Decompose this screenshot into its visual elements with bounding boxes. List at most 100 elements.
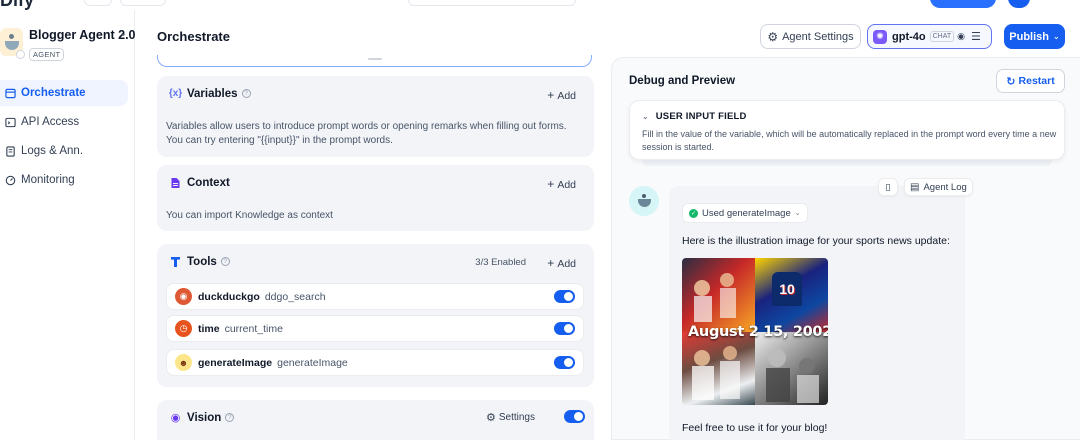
tool-toggle[interactable]: [554, 322, 575, 335]
chevron-down-icon: ⌄: [642, 112, 649, 121]
add-label: Add: [557, 90, 576, 102]
top-publish-blob[interactable]: [930, 0, 996, 8]
robot-icon: ☻: [175, 354, 192, 371]
logs-icon: [5, 145, 16, 157]
terminal-icon: [5, 117, 16, 128]
sidebar-item-monitoring[interactable]: Monitoring: [0, 167, 128, 193]
vision-settings-label: Settings: [498, 412, 535, 423]
plus-icon: +: [547, 177, 555, 191]
agent-log-button[interactable]: ▤ Agent Log: [904, 178, 973, 196]
model-name: gpt-4o: [892, 30, 926, 43]
user-avatar[interactable]: [1008, 0, 1030, 8]
app-type-badge: AGENT: [29, 48, 65, 61]
user-input-field-shadow: [642, 160, 1052, 166]
sliders-icon[interactable]: ☰: [971, 30, 981, 43]
resize-handle[interactable]: [368, 58, 382, 60]
context-description: You can import Knowledge as context: [166, 210, 333, 221]
sidebar: Blogger Agent 2.0 ⌄ AGENT Orchestrate AP…: [0, 10, 136, 440]
chevron-down-icon: ⌄: [794, 210, 801, 217]
tool-icon: [169, 255, 182, 268]
model-selector[interactable]: ✺ gpt-4o CHAT ◉ ☰: [867, 24, 992, 49]
model-mode-badge: CHAT: [929, 31, 955, 42]
variables-description: Variables allow users to introduce promp…: [166, 121, 567, 146]
vision-eye-icon: ◉: [957, 31, 966, 41]
nav-segment[interactable]: [120, 0, 166, 6]
variables-card: {x} Variables ? + Add Variables allow use…: [157, 76, 594, 157]
jersey-graphic: 10: [772, 272, 802, 306]
tool-function: ddgo_search: [264, 290, 326, 303]
tools-add-button[interactable]: + Add: [547, 256, 576, 270]
plus-icon: +: [547, 88, 555, 102]
tool-name: time: [198, 322, 220, 335]
tool-function: current_time: [224, 322, 283, 335]
sidebar-item-label: Logs & Ann.: [21, 145, 84, 157]
page-title: Orchestrate: [157, 29, 230, 44]
gear-icon: ⚙: [485, 412, 496, 424]
context-title: Context: [187, 176, 230, 189]
sidebar-item-api-access[interactable]: API Access: [0, 109, 128, 135]
agent-settings-button[interactable]: ⚙ Agent Settings: [760, 24, 861, 49]
document-icon: [169, 176, 182, 189]
tool-name: generateImage: [198, 356, 273, 369]
user-input-field-title: USER INPUT FIELD: [655, 111, 747, 122]
vision-settings-button[interactable]: ⚙ Settings: [486, 411, 535, 424]
clock-icon: ◷: [175, 320, 192, 337]
top-navbar: Dify: [0, 0, 1080, 10]
message-actions: ▯ ▤ Agent Log: [878, 178, 973, 196]
variables-add-button[interactable]: + Add: [547, 88, 576, 102]
restart-button[interactable]: ↻ Restart: [996, 69, 1065, 93]
add-label: Add: [557, 258, 576, 270]
nav-segment[interactable]: [84, 0, 112, 6]
nav-segment[interactable]: [408, 0, 576, 6]
refresh-icon: ↻: [1006, 75, 1016, 88]
debug-panel: Debug and Preview ↻ Restart ⌄ USER INPUT…: [611, 57, 1080, 440]
chevron-down-icon: ⌄: [1053, 32, 1060, 41]
gear-icon: ⚙: [767, 29, 779, 44]
prompt-editor-bottom[interactable]: [157, 55, 592, 67]
image-date-text: August 2 15, 20024: [688, 324, 828, 340]
tools-card: Tools ? 3/3 Enabled + Add ◉ duckduckgo dd…: [157, 244, 594, 387]
sidebar-item-label: Orchestrate: [21, 87, 86, 99]
eye-icon: ◉: [170, 412, 181, 424]
vision-card: ◉ Vision ? ⚙ Settings: [157, 400, 594, 440]
sidebar-item-logs[interactable]: Logs & Ann.: [0, 138, 128, 164]
tool-row-time[interactable]: ◷ time current_time: [166, 315, 584, 342]
tool-row-duckduckgo[interactable]: ◉ duckduckgo ddgo_search: [166, 283, 584, 310]
chevron-down-icon: ⌄: [119, 28, 128, 39]
copy-button[interactable]: ▯: [878, 178, 898, 196]
help-icon[interactable]: ?: [241, 89, 251, 98]
config-panel: {x} Variables ? + Add Variables allow use…: [157, 55, 594, 440]
tool-toggle[interactable]: [554, 290, 575, 303]
tool-toggle[interactable]: [554, 356, 575, 369]
context-add-button[interactable]: + Add: [547, 177, 576, 191]
sidebar-item-label: Monitoring: [21, 174, 75, 186]
publish-button[interactable]: Publish ⌄: [1004, 24, 1065, 49]
variable-icon: {x}: [168, 88, 183, 99]
sidebar-item-orchestrate[interactable]: Orchestrate: [0, 80, 128, 106]
tool-function: generateImage: [277, 356, 348, 369]
tool-row-generateimage[interactable]: ☻ generateImage generateImage: [166, 349, 584, 376]
agent-log-label: Agent Log: [923, 181, 967, 193]
vision-toggle[interactable]: [564, 410, 585, 423]
help-icon[interactable]: ?: [225, 413, 235, 422]
dify-logo: Dify: [0, 0, 35, 10]
duckduckgo-icon: ◉: [175, 288, 192, 305]
openai-icon: ✺: [873, 29, 887, 44]
tools-enabled-count: 3/3 Enabled: [475, 257, 526, 268]
tool-used-label: Used generateImage: [702, 207, 791, 219]
agent-settings-label: Agent Settings: [782, 30, 854, 43]
help-icon[interactable]: ?: [220, 257, 230, 266]
check-circle-icon: ✓: [689, 208, 698, 218]
restart-label: Restart: [1018, 75, 1055, 87]
app-icon: [0, 28, 25, 59]
app-switcher[interactable]: Blogger Agent 2.0 ⌄ AGENT: [0, 26, 136, 70]
file-text-icon: ▤: [910, 181, 920, 193]
vision-title: Vision: [187, 411, 222, 424]
user-input-field-toggle[interactable]: ⌄ USER INPUT FIELD: [642, 111, 747, 122]
user-input-field-description: Fill in the value of the variable, which…: [642, 129, 1057, 152]
tool-used-pill[interactable]: ✓ Used generateImage ⌄: [682, 203, 808, 223]
variables-title: Variables: [187, 87, 238, 100]
add-label: Add: [557, 179, 576, 191]
generated-image[interactable]: 10 August 2 15, 20024: [682, 258, 828, 405]
message-intro: Here is the illustration image for your …: [682, 235, 950, 247]
